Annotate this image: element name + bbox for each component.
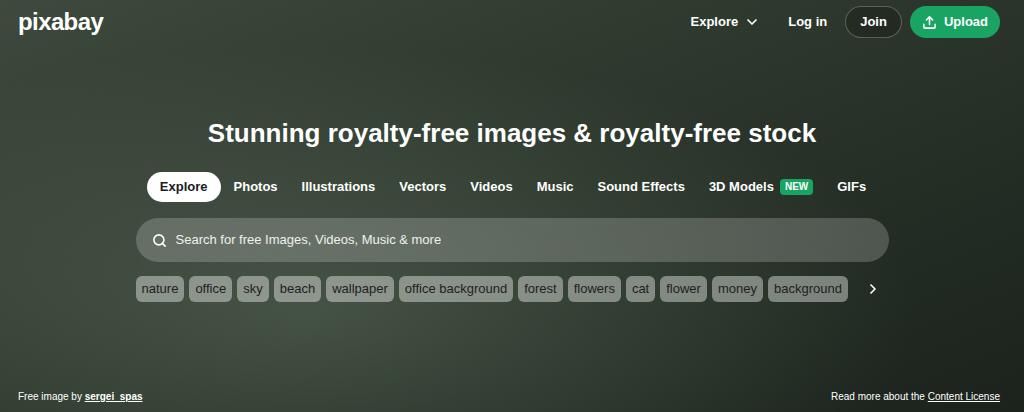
media-tab[interactable]: Photos: [223, 172, 289, 202]
license-note: Read more about the Content License: [831, 389, 1006, 404]
upload-button[interactable]: Upload: [910, 6, 1000, 38]
upload-icon: [922, 15, 937, 30]
media-tab[interactable]: Vectors: [388, 172, 457, 202]
author-link[interactable]: sergei_spas: [85, 391, 143, 402]
pixabay-home: pixabayExploreLog inJoinUploadStunning r…: [0, 0, 1024, 412]
top-bar: pixabay ExploreLog inJoinUpload: [0, 0, 1024, 44]
media-tab[interactable]: Music: [526, 172, 585, 202]
tag-chip[interactable]: money: [712, 276, 763, 302]
tag-chip[interactable]: flowers: [568, 276, 621, 302]
media-tab[interactable]: GIFs: [826, 172, 877, 202]
tag-chip[interactable]: beach: [274, 276, 321, 302]
search-icon: [152, 233, 167, 248]
media-tab[interactable]: Videos: [459, 172, 523, 202]
media-tab[interactable]: Explore: [147, 172, 221, 202]
hero-background: [0, 0, 1024, 412]
media-tab[interactable]: 3D ModelsNEW: [698, 172, 824, 202]
chevron-right-icon: [865, 281, 881, 297]
tag-row: natureofficeskybeachwallpaperoffice back…: [136, 276, 889, 302]
tag-chip[interactable]: cat: [626, 276, 655, 302]
license-link[interactable]: Content License: [928, 391, 1000, 402]
tag-chip[interactable]: background: [768, 276, 848, 302]
tag-chip[interactable]: sky: [237, 276, 269, 302]
media-tab[interactable]: Sound Effects: [586, 172, 695, 202]
tag-chip[interactable]: forest: [518, 276, 563, 302]
tag-chip[interactable]: nature: [136, 276, 185, 302]
image-credit: Free image by sergei_spas: [18, 389, 143, 404]
new-badge: NEW: [780, 179, 813, 195]
chevron-down-icon: [744, 14, 760, 30]
explore-menu[interactable]: Explore: [681, 6, 771, 38]
media-tab[interactable]: Illustrations: [291, 172, 387, 202]
search-placeholder: Search for free Images, Videos, Music & …: [176, 230, 442, 250]
tag-chip[interactable]: wallpaper: [326, 276, 394, 302]
search-bar[interactable]: Search for free Images, Videos, Music & …: [136, 218, 889, 262]
hero-footer: Free image by sergei_spas Read more about…: [0, 389, 1024, 412]
login-link[interactable]: Log in: [778, 6, 837, 38]
header-nav: ExploreLog inJoinUpload: [681, 6, 1000, 38]
media-tabs: ExplorePhotosIllustrationsVectorsVideosM…: [147, 172, 877, 202]
join-button[interactable]: Join: [845, 6, 902, 38]
tag-chip[interactable]: office: [189, 276, 232, 302]
hero-heading: Stunning royalty-free images & royalty-f…: [208, 116, 816, 150]
logo[interactable]: pixabay: [18, 10, 103, 34]
tag-chip[interactable]: flower: [660, 276, 707, 302]
tag-chip[interactable]: office background: [399, 276, 513, 302]
tags-next-button[interactable]: [861, 276, 885, 302]
hero-content: Stunning royalty-free images & royalty-f…: [0, 44, 1024, 389]
